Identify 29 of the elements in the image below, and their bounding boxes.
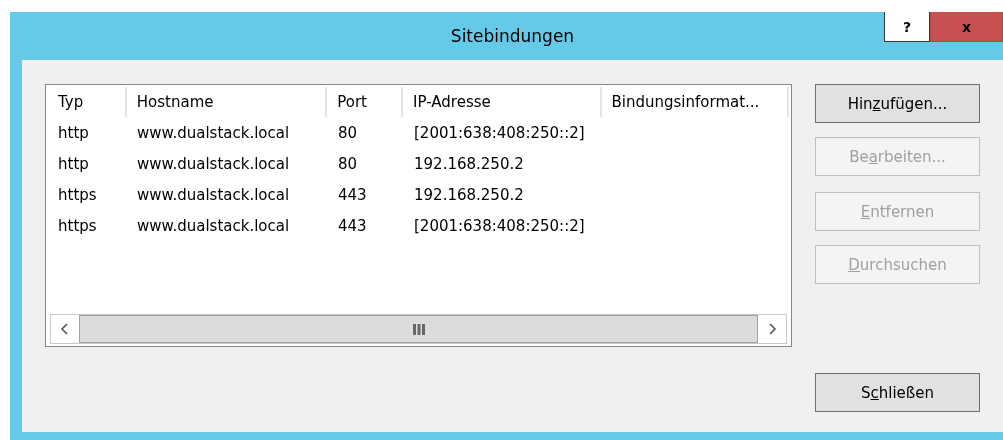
table-cell-text: https bbox=[57, 216, 98, 235]
table-cell-text: www.dualstack.local bbox=[136, 185, 291, 204]
table-cell-text: 192.168.250.2 bbox=[413, 185, 525, 204]
table-cell-text: [2001:638:408:250::2] bbox=[413, 123, 586, 142]
table-cell-text: 80 bbox=[337, 154, 359, 173]
chevron-left-icon bbox=[60, 322, 70, 336]
table-cell-text: 443 bbox=[337, 216, 368, 235]
table-cell-text: 80 bbox=[337, 123, 359, 142]
window-title: Sitebindungen bbox=[450, 26, 575, 46]
table-cell-text: www.dualstack.local bbox=[136, 154, 291, 173]
table-cell-text: http bbox=[57, 154, 90, 173]
table-cell-text: http bbox=[57, 123, 90, 142]
table-cell-text: www.dualstack.local bbox=[136, 216, 291, 235]
column-header[interactable]: Bindungsinformat... bbox=[601, 87, 789, 117]
table-cell-text: 443 bbox=[337, 185, 368, 204]
table-cell-text: [2001:638:408:250::2] bbox=[413, 216, 586, 235]
column-header[interactable]: Typ bbox=[48, 87, 127, 117]
column-header[interactable]: Port bbox=[327, 87, 404, 117]
grip-icon bbox=[412, 323, 425, 335]
close-dialog-button[interactable]: Schließen bbox=[815, 373, 980, 412]
chevron-right-icon bbox=[767, 322, 777, 336]
column-header[interactable]: IP-Adresse bbox=[403, 87, 602, 117]
dialog-button[interactable]: Hinzufügen... bbox=[815, 84, 980, 123]
table-cell-text: https bbox=[57, 185, 98, 204]
close-button[interactable]: x bbox=[930, 12, 1003, 42]
table-cell-text: www.dualstack.local bbox=[136, 123, 291, 142]
column-header[interactable]: Hostname bbox=[126, 87, 328, 117]
help-button[interactable]: ? bbox=[884, 12, 930, 42]
table-cell-text: 192.168.250.2 bbox=[413, 154, 525, 173]
